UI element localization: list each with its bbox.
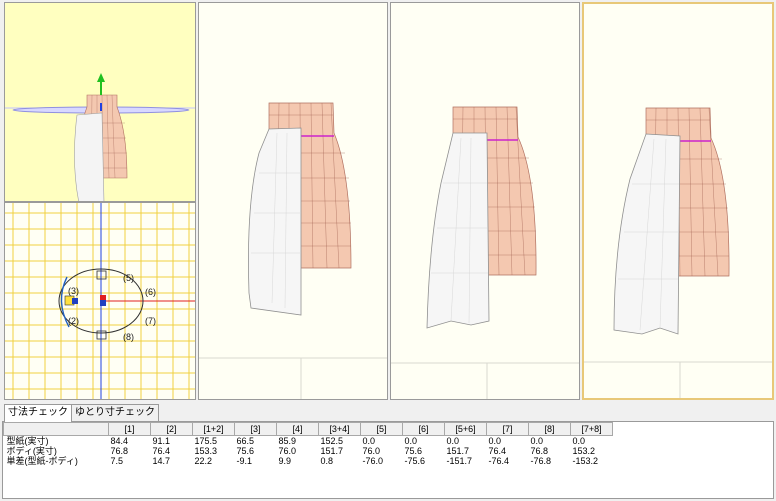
table-row: 型紙(実寸) 84.4 91.1 175.5 66.5 85.9 152.5 0.0 0.0 0.… (4, 436, 613, 447)
table-cell: 151.7 (446, 446, 470, 456)
table-cell: 0.0 (404, 436, 418, 446)
dimension-table: [1] [2] [1+2] [3] [4] [3+4] [5] [6] [5+6] [7] [8][… (3, 422, 613, 466)
table-cell: 175.5 (194, 436, 218, 446)
row-label: ボディ(実寸) (6, 446, 57, 456)
table-cell: -9.1 (236, 456, 253, 466)
table-cell: 14.7 (152, 456, 171, 466)
table-cell: 75.6 (236, 446, 255, 456)
table-cell: 0.0 (530, 436, 544, 446)
column-header: [2] (150, 422, 193, 436)
table-cell: 75.6 (404, 446, 423, 456)
plan-label-3: (3) (68, 286, 79, 296)
table-cell: -76.8 (530, 456, 552, 466)
plan-label-5: (5) (123, 273, 134, 283)
column-header: [4] (276, 422, 319, 436)
column-header: [7] (486, 422, 529, 436)
table-cell: 153.2 (572, 446, 596, 456)
table-cell: -151.7 (446, 456, 473, 466)
table-cell: 76.8 (110, 446, 129, 456)
column-header: [8] (528, 422, 571, 436)
anchor-point-red[interactable] (100, 295, 106, 300)
table-cell: 9.9 (278, 456, 292, 466)
table-cell: 0.0 (572, 436, 586, 446)
table-cell: 0.0 (488, 436, 502, 446)
plan-label-6: (6) (145, 287, 156, 297)
cloth-panel[interactable] (248, 127, 302, 316)
dimension-table-panel: [1] [2] [1+2] [3] [4] [3+4] [5] [6] [5+6] [7] [8][… (2, 421, 774, 499)
table-cell: 151.7 (320, 446, 344, 456)
table-cell: 0.0 (446, 436, 460, 446)
table-cell: 0.8 (320, 456, 334, 466)
column-header: [6] (402, 422, 445, 436)
table-cell: 22.2 (194, 456, 213, 466)
column-header: [1] (108, 422, 151, 436)
check-tabs: 寸法チェック ゆとり寸チェック (4, 404, 159, 422)
table-cell: 85.9 (278, 436, 297, 446)
3d-view-step2[interactable] (390, 2, 580, 400)
column-header: [1+2] (192, 422, 235, 436)
cloth-pattern[interactable] (74, 112, 105, 202)
plan-view-panel[interactable]: (5) (6) (7) (8) (3) (2) (4, 202, 196, 400)
table-cell: -76.0 (362, 456, 384, 466)
column-header: [7+8] (570, 422, 613, 436)
front-view-panel[interactable] (4, 2, 196, 202)
table-cell: -75.6 (404, 456, 426, 466)
tab-ease-check[interactable]: ゆとり寸チェック (71, 404, 159, 421)
anchor-point-blue-left[interactable] (72, 298, 78, 304)
plan-label-2: (2) (68, 316, 79, 326)
3d-view-step3-canvas (584, 107, 772, 398)
table-cell: -76.4 (488, 456, 510, 466)
front-view-canvas (5, 73, 195, 202)
table-cell: 0.0 (362, 436, 376, 446)
table-cell: 76.0 (278, 446, 297, 456)
table-cell: 84.4 (110, 436, 129, 446)
table-cell: 66.5 (236, 436, 255, 446)
y-axis-arrow-icon[interactable] (97, 73, 105, 82)
table-cell: 153.3 (194, 446, 218, 456)
table-cell: 76.4 (152, 446, 171, 456)
table-cell: 76.4 (488, 446, 507, 456)
app-window: (5) (6) (7) (8) (3) (2) 寸法チェック ゆとり寸チェック … (0, 0, 776, 501)
3d-view-step3[interactable] (582, 2, 774, 400)
plan-label-7: (7) (145, 316, 156, 326)
plan-label-8: (8) (123, 332, 134, 342)
table-cell: 7.5 (110, 456, 124, 466)
column-header: [3+4] (318, 422, 361, 436)
anchor-point-blue-center[interactable] (100, 300, 106, 306)
column-header (3, 422, 109, 436)
table-cell: -153.2 (572, 456, 599, 466)
table-row: 単差(型紙-ボディ) 7.5 14.7 22.2 -9.1 9.9 0.8 -76.0 -75.… (4, 456, 613, 466)
3d-view-step1[interactable] (198, 2, 388, 400)
3d-view-step1-canvas (199, 102, 387, 399)
table-cell: 152.5 (320, 436, 344, 446)
plan-view-canvas: (5) (6) (7) (8) (3) (2) (5, 203, 195, 399)
3d-view-step2-canvas (391, 106, 579, 399)
table-cell: 76.0 (362, 446, 381, 456)
tab-dimension-check[interactable]: 寸法チェック (4, 404, 72, 422)
column-header: [5] (360, 422, 403, 436)
table-row: ボディ(実寸) 76.8 76.4 153.3 75.6 76.0 151.7 76.0 75.… (4, 446, 613, 456)
table-cell: 76.8 (530, 446, 549, 456)
table-header-row: [1] [2] [1+2] [3] [4] [3+4] [5] [6] [5+6] [7] [8][… (3, 422, 613, 436)
row-label: 単差(型紙-ボディ) (6, 456, 78, 466)
row-label: 型紙(実寸) (6, 436, 49, 446)
column-header: [5+6] (444, 422, 487, 436)
table-cell: 91.1 (152, 436, 171, 446)
column-header: [3] (234, 422, 277, 436)
cloth-panel[interactable] (426, 132, 490, 329)
